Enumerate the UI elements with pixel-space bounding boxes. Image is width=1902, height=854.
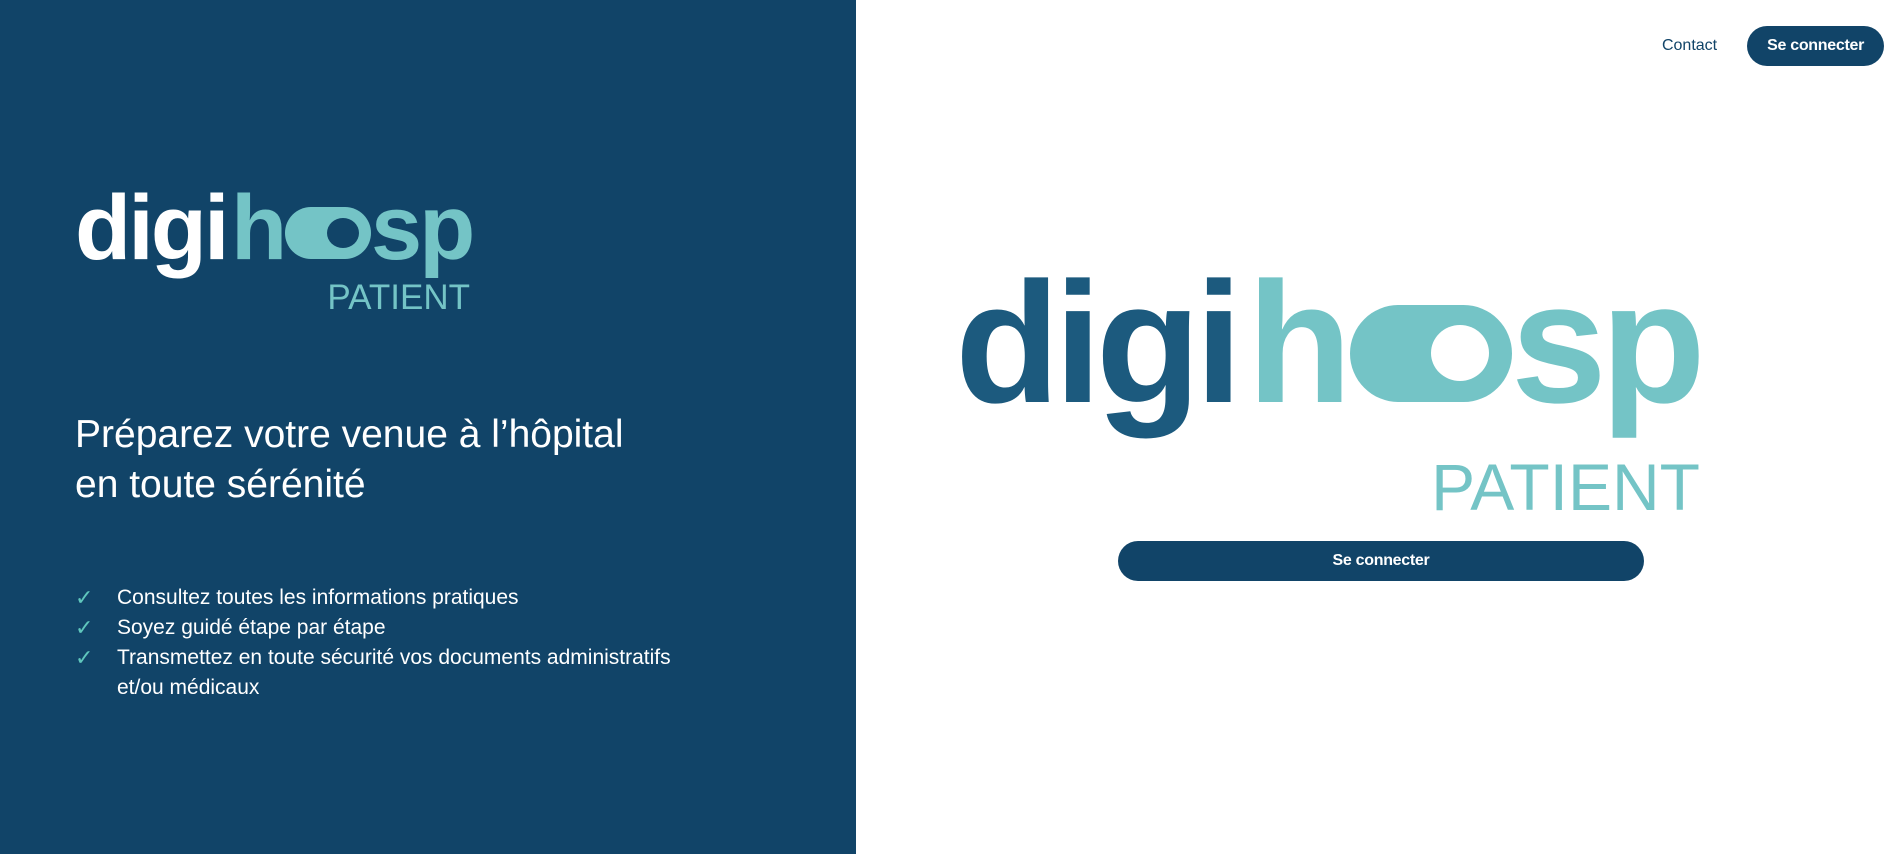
logo-large-pill-hole (1431, 325, 1489, 381)
check-icon: ✓ (75, 615, 94, 640)
feature-text: Soyez guidé étape par étape (117, 616, 386, 639)
logo-pill-hole (327, 218, 359, 248)
feature-list: ✓ Consultez toutes les informations prat… (75, 583, 715, 703)
logo-text-h: h (231, 183, 287, 279)
logo-large-text-sp: sp (1511, 262, 1700, 439)
header-connect-button[interactable]: Se connecter (1747, 26, 1884, 66)
feature-text: Consultez toutes les informations pratiq… (117, 586, 519, 609)
tagline-line-1: Préparez votre venue à l’hôpital (75, 413, 624, 456)
logo-large-text-digi: digi (955, 262, 1237, 439)
digihosp-logo-large-mark: digi h sp PATIENT (955, 262, 1705, 522)
digihosp-logo-small: digi h sp PATIENT (75, 183, 475, 323)
check-icon: ✓ (75, 645, 94, 670)
logo-text-sp: sp (371, 183, 472, 279)
digihosp-logo-mark: digi h sp PATIENT (75, 183, 475, 317)
feature-item: ✓ Soyez guidé étape par étape (75, 613, 715, 643)
tagline: Préparez votre venue à l’hôpital en tout… (75, 410, 715, 510)
logo-text-patient: PATIENT (327, 278, 470, 317)
left-panel: digi h sp PATIENT Préparez votre venue à… (0, 0, 856, 854)
logo-large-text-patient: PATIENT (1431, 450, 1700, 522)
landing-page: digi h sp PATIENT Préparez votre venue à… (0, 0, 1902, 854)
logo-text-digi: digi (75, 183, 227, 279)
digihosp-logo-large: digi h sp PATIENT (955, 262, 1705, 522)
contact-link[interactable]: Contact (1662, 37, 1717, 55)
main-connect-button[interactable]: Se connecter (1118, 541, 1644, 581)
logo-large-text-h: h (1247, 262, 1352, 439)
feature-item: ✓ Consultez toutes les informations prat… (75, 583, 715, 613)
feature-text: Transmettez en toute sécurité vos docume… (117, 646, 671, 699)
check-icon: ✓ (75, 585, 94, 610)
feature-item: ✓ Transmettez en toute sécurité vos docu… (75, 643, 715, 703)
tagline-line-2: en toute sérénité (75, 463, 366, 506)
header-nav: Contact Se connecter (1662, 26, 1884, 66)
